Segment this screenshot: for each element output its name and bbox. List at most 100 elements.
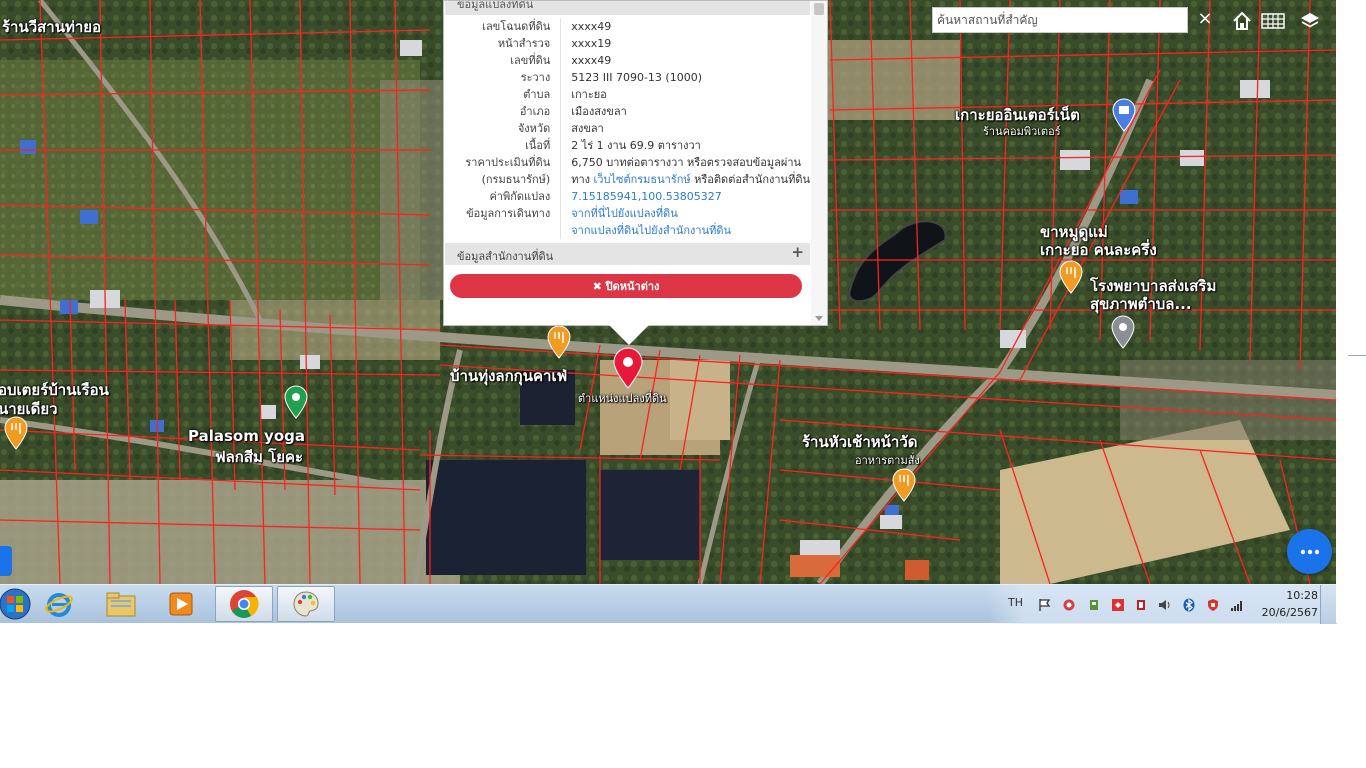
- more-options-button[interactable]: [1287, 529, 1332, 574]
- info-value-text: สงขลา: [571, 122, 604, 135]
- taskbar-file-explorer[interactable]: [92, 586, 150, 622]
- clear-search-button[interactable]: ×: [1190, 7, 1220, 33]
- shield-icon[interactable]: [1206, 598, 1220, 612]
- info-link[interactable]: เว็บไซต์กรมธนารักษ์: [594, 173, 691, 186]
- info-key: จังหวัด: [445, 120, 562, 137]
- info-value: สงขลา: [561, 120, 810, 137]
- map-viewport[interactable]: ร้านวีสานท่ายอ เกาะยออินเตอร์เน็ต ร้านคอ…: [0, 0, 1336, 584]
- side-panel-tab[interactable]: [0, 546, 12, 576]
- info-key: เลขโฉนดที่ดิน: [445, 18, 562, 35]
- info-key: ราคาประเมินที่ดิน: [445, 154, 562, 171]
- info-value: ทาง เว็บไซต์กรมธนารักษ์ หรือติดต่อสำนักง…: [561, 171, 810, 188]
- info-row: เลขที่ดิน xxxx49: [445, 52, 810, 69]
- info-row: อำเภอ เมืองสงขลา: [445, 103, 810, 120]
- map-label-palasom-2: ฟลกสีม โยคะ: [215, 448, 304, 466]
- security-tray-icon[interactable]: [1134, 598, 1148, 612]
- info-link[interactable]: จากแปลงที่ดินไปยังสำนักงานที่ดิน: [571, 224, 731, 237]
- bluetooth-icon[interactable]: [1182, 598, 1196, 612]
- app-tray-icon[interactable]: [1111, 598, 1125, 612]
- page-margin: [1336, 0, 1366, 623]
- info-row: ข้อมูลการเดินทาง จากที่นี่ไปยังแปลงที่ดิน: [445, 205, 810, 222]
- info-link[interactable]: จากที่นี่ไปยังแปลงที่ดิน: [571, 207, 677, 220]
- taskbar-chrome[interactable]: [215, 586, 273, 622]
- info-value: จากที่นี่ไปยังแปลงที่ดิน: [561, 205, 810, 222]
- volume-icon[interactable]: [1158, 598, 1172, 612]
- info-key: หน้าสำรวจ: [445, 35, 562, 52]
- info-value: เกาะยอ: [561, 86, 810, 103]
- windows-taskbar: TH 10:28 20/6/2567: [0, 584, 1337, 624]
- parcel-location-pin-icon[interactable]: [612, 347, 644, 389]
- info-value-text: xxxx19: [571, 37, 612, 50]
- clock-time[interactable]: 10:28: [1268, 589, 1318, 602]
- map-label-parcel: ตำแหน่งแปลงที่ดิน: [578, 392, 667, 405]
- taskbar-internet-explorer[interactable]: [30, 586, 88, 622]
- map-label-shop: ร้านวีสานท่ายอ: [2, 18, 102, 36]
- show-desktop-button[interactable]: [1320, 585, 1337, 624]
- chrome-icon: [230, 590, 259, 618]
- grid-view-button[interactable]: [1257, 6, 1289, 36]
- info-row: จังหวัด สงขลา: [445, 120, 810, 137]
- restaurant-pin-icon[interactable]: [891, 468, 917, 502]
- scrollbar-thumb[interactable]: [814, 3, 824, 15]
- media-player-icon: [169, 592, 193, 616]
- info-value: เมืองสงขลา: [561, 103, 810, 120]
- paint-palette-icon: [293, 591, 319, 617]
- taskbar-media-player[interactable]: [152, 586, 210, 622]
- scroll-down-arrow-icon[interactable]: [815, 316, 823, 321]
- shop-pin-icon[interactable]: [1111, 98, 1137, 132]
- popup-pointer: [609, 325, 649, 345]
- info-value: จากแปลงที่ดินไปยังสำนักงานที่ดิน: [561, 222, 810, 239]
- info-value-text: 6,750 บาทต่อตารางวา หรือตรวจสอบข้อมูลผ่า…: [571, 156, 802, 169]
- info-value: 7.15185941,100.53805327: [561, 188, 810, 205]
- internet-explorer-icon: [45, 593, 73, 617]
- network-app-icon[interactable]: [1062, 598, 1076, 612]
- place-search-input[interactable]: [932, 7, 1188, 33]
- map-label-cafe: บ้านทุ่งลกกุนคาเฟ่: [450, 367, 568, 385]
- info-row: ตำบล เกาะยอ: [445, 86, 810, 103]
- info-value-text: 2 ไร่ 1 งาน 69.9 ตารางวา: [571, 139, 701, 152]
- info-row: จากแปลงที่ดินไปยังสำนักงานที่ดิน: [445, 222, 810, 239]
- layers-button[interactable]: [1294, 6, 1326, 36]
- layers-icon: [1301, 13, 1319, 28]
- usb-device-icon[interactable]: [1087, 598, 1101, 612]
- popup-header: ข้อมูลแปลงที่ดิน: [445, 1, 810, 15]
- home-icon: [1233, 11, 1251, 30]
- info-key: เลขที่ดิน: [445, 52, 562, 69]
- popup-scrollbar[interactable]: [811, 1, 827, 325]
- action-center-flag-icon[interactable]: [1038, 598, 1052, 612]
- home-button[interactable]: [1226, 6, 1258, 36]
- restaurant-pin-icon[interactable]: [3, 416, 29, 450]
- info-key: ค่าพิกัดแปลง: [445, 188, 562, 205]
- place-pin-icon[interactable]: [283, 385, 309, 419]
- parcel-info-table: เลขโฉนดที่ดิน xxxx49 หน้าสำรวจ xxxx19 เลขที่…: [445, 18, 810, 239]
- hospital-pin-icon[interactable]: [1110, 315, 1136, 349]
- grid-icon: [1261, 13, 1285, 29]
- info-value: xxxx49: [561, 18, 810, 35]
- map-label-hospital-2: สุขภาพตำบล...: [1090, 295, 1192, 313]
- info-value-text: xxxx49: [571, 20, 612, 33]
- parcel-info-popup: ข้อมูลแปลงที่ดิน เลขโฉนดที่ดิน xxxx49 หน้า…: [443, 0, 828, 326]
- info-value-prefix: ทาง: [571, 173, 594, 186]
- restaurant-pin-icon[interactable]: [1058, 260, 1084, 294]
- info-link[interactable]: 7.15185941,100.53805327: [571, 190, 721, 203]
- info-value: 5123 III 7090-13 (1000): [561, 69, 810, 86]
- info-value-text: เมืองสงขลา: [571, 105, 627, 118]
- land-office-section[interactable]: ข้อมูลสำนักงานที่ดิน +: [445, 243, 810, 265]
- info-row: (กรมธนารักษ์) ทาง เว็บไซต์กรมธนารักษ์ หรื…: [445, 171, 810, 188]
- expand-plus-icon[interactable]: +: [791, 243, 804, 261]
- close-popup-button[interactable]: ✖ ปิดหน้าต่าง: [450, 274, 802, 298]
- info-key: (กรมธนารักษ์): [445, 171, 562, 188]
- info-value-suffix: หรือติดต่อสำนักงานที่ดิน: [690, 173, 810, 186]
- land-office-title: ข้อมูลสำนักงานที่ดิน: [457, 250, 554, 263]
- info-row: เนื้อที่ 2 ไร่ 1 งาน 69.9 ตารางวา: [445, 137, 810, 154]
- signal-strength-icon[interactable]: [1230, 598, 1244, 612]
- input-language-indicator[interactable]: TH: [1008, 596, 1023, 609]
- taskbar-paint[interactable]: [277, 586, 335, 622]
- clock-date[interactable]: 20/6/2567: [1250, 606, 1318, 619]
- map-label-computer: ร้านคอมพิวเตอร์: [983, 125, 1061, 138]
- divider-line: [1348, 355, 1366, 356]
- info-value-text: เกาะยอ: [571, 88, 607, 101]
- popup-title: ข้อมูลแปลงที่ดิน: [457, 1, 534, 11]
- info-row: ราคาประเมินที่ดิน 6,750 บาทต่อตารางวา หรื…: [445, 154, 810, 171]
- restaurant-pin-icon[interactable]: [546, 325, 572, 359]
